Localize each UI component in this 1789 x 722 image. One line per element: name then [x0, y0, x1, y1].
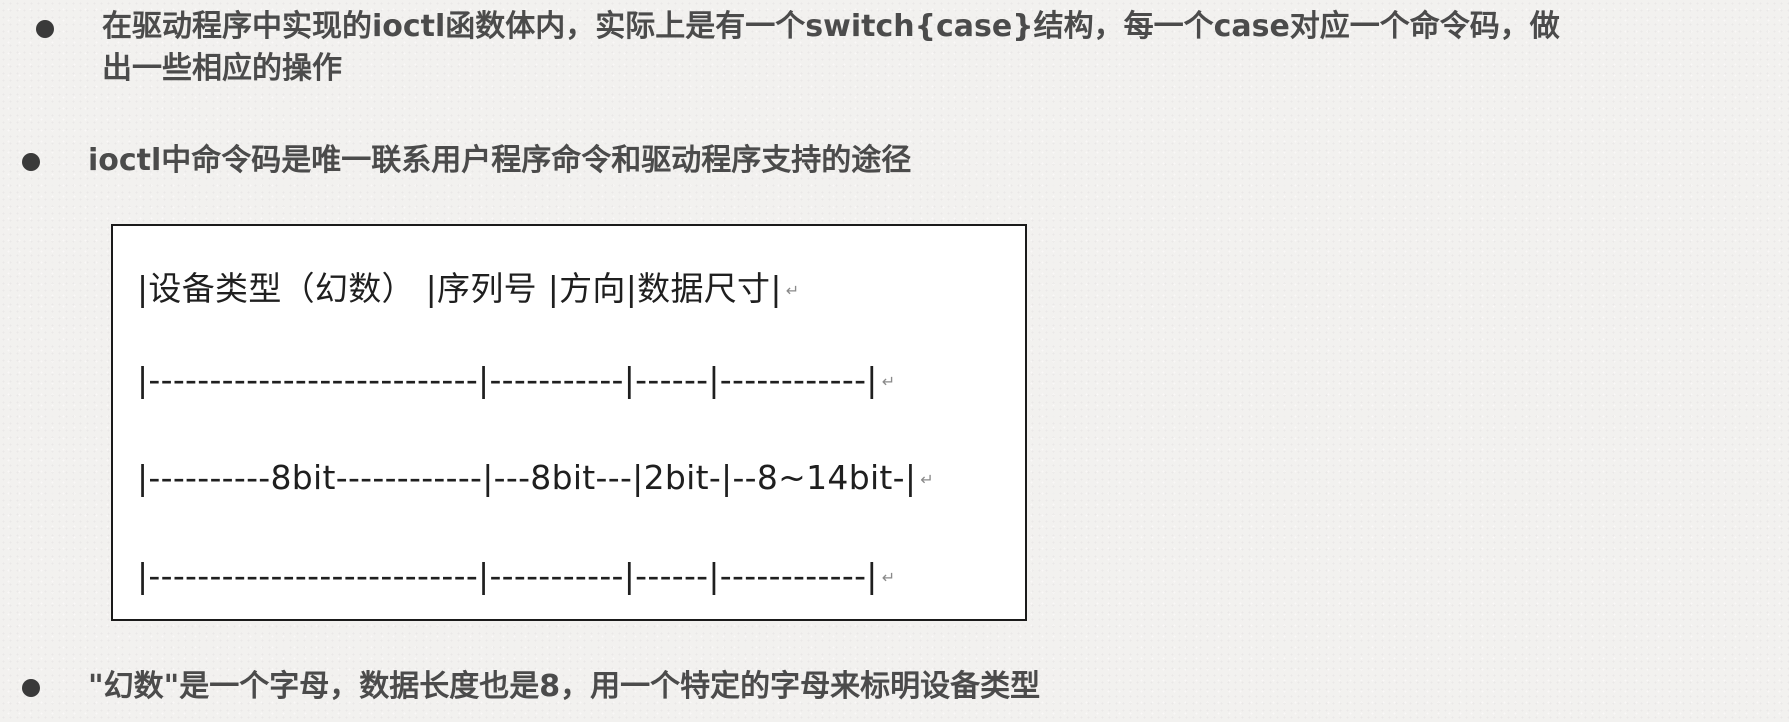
return-mark-icon: ↵	[881, 568, 896, 587]
separator-text: |---------------------------|-----------…	[137, 556, 878, 595]
command-code-separator-row: |---------------------------|-----------…	[137, 360, 895, 399]
return-mark-icon: ↵	[785, 281, 800, 300]
bullet-text: ioctl中命令码是唯一联系用户程序命令和驱动程序支持的途径	[88, 143, 912, 178]
bullet-dot-icon	[22, 679, 40, 697]
bullet-text-line1: 在驱动程序中实现的ioctl函数体内，实际上是有一个switch{case}结构…	[102, 9, 1560, 44]
bits-text: |----------8bit------------|---8bit---|2…	[137, 458, 917, 497]
bullet-text: "幻数"是一个字母，数据长度也是8，用一个特定的字母来标明设备类型	[88, 669, 1041, 704]
bullet-dot-icon	[36, 20, 54, 38]
command-code-separator-row: |---------------------------|-----------…	[137, 556, 895, 595]
command-code-bits-row: |----------8bit------------|---8bit---|2…	[137, 458, 934, 497]
header-text: |设备类型（幻数） |序列号 |方向|数据尺寸|	[137, 269, 782, 308]
command-code-header-row: |设备类型（幻数） |序列号 |方向|数据尺寸| ↵	[137, 262, 800, 310]
return-mark-icon: ↵	[881, 372, 896, 391]
return-mark-icon: ↵	[920, 470, 934, 489]
command-code-diagram: |设备类型（幻数） |序列号 |方向|数据尺寸| ↵ |-------------…	[111, 224, 1027, 621]
bullet-dot-icon	[22, 153, 40, 171]
separator-text: |---------------------------|-----------…	[137, 360, 878, 399]
bullet-text-line2: 出一些相应的操作	[102, 51, 342, 86]
